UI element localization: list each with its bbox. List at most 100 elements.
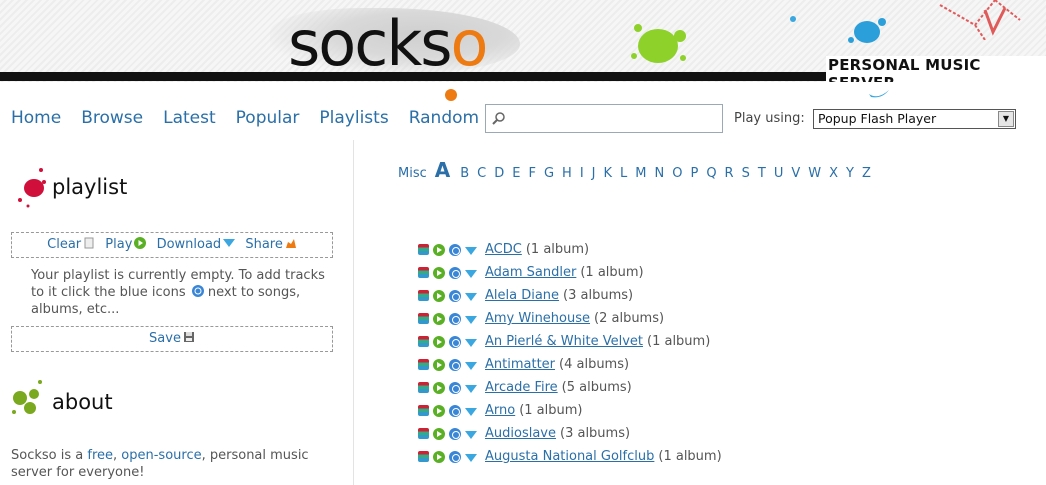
download-icon[interactable]	[465, 430, 477, 439]
download-icon[interactable]	[465, 384, 477, 393]
letter-link[interactable]: E	[512, 166, 520, 181]
download-icon[interactable]	[465, 407, 477, 416]
letter-link[interactable]: O	[672, 166, 682, 181]
artist-link[interactable]: ACDC	[485, 242, 522, 257]
letter-link[interactable]: B	[460, 166, 469, 181]
play-icon[interactable]	[433, 335, 445, 348]
playlist-empty-message: Your playlist is currently empty. To add…	[31, 267, 331, 318]
save-playlist-box: Save	[11, 326, 333, 352]
letter-link[interactable]: Z	[862, 166, 871, 181]
letter-link[interactable]: U	[774, 166, 784, 181]
nav-random[interactable]: Random	[409, 106, 479, 130]
letter-link[interactable]: X	[829, 166, 838, 181]
logo-text-part1: sock	[288, 7, 422, 80]
nav-popular[interactable]: Popular	[236, 106, 300, 130]
add-to-playlist-icon[interactable]	[449, 358, 461, 371]
letter-misc[interactable]: Misc	[398, 166, 427, 181]
clear-playlist-button[interactable]: Clear	[47, 237, 95, 252]
download-icon[interactable]	[465, 453, 477, 462]
play-icon[interactable]	[433, 358, 445, 371]
info-icon[interactable]	[418, 405, 429, 416]
add-to-playlist-icon[interactable]	[449, 335, 461, 348]
info-icon[interactable]	[418, 244, 429, 255]
artist-link[interactable]: Arcade Fire	[485, 380, 558, 395]
download-icon[interactable]	[465, 269, 477, 278]
play-playlist-button[interactable]: Play	[105, 237, 147, 252]
play-icon[interactable]	[433, 381, 445, 394]
download-playlist-button[interactable]: Download	[157, 237, 236, 252]
artist-link[interactable]: Augusta National Golfclub	[485, 449, 654, 464]
download-icon[interactable]	[465, 246, 477, 255]
letter-link[interactable]: N	[655, 166, 665, 181]
artist-row: Arno (1 album)	[418, 399, 722, 422]
letter-link[interactable]: W	[808, 166, 821, 181]
nav-browse[interactable]: Browse	[81, 106, 143, 130]
info-icon[interactable]	[418, 451, 429, 462]
letter-link[interactable]: P	[690, 166, 698, 181]
letter-link[interactable]: V	[791, 166, 800, 181]
play-icon[interactable]	[433, 266, 445, 279]
letter-link[interactable]: F	[528, 166, 535, 181]
letter-link[interactable]: I	[580, 166, 584, 181]
add-to-playlist-icon[interactable]	[449, 404, 461, 417]
info-icon[interactable]	[418, 313, 429, 324]
site-header: sockso PERSONAL MUSIC SERVER	[0, 0, 1046, 82]
add-to-playlist-icon[interactable]	[449, 289, 461, 302]
add-to-playlist-icon[interactable]	[449, 427, 461, 440]
site-logo[interactable]: sockso	[288, 7, 488, 80]
letter-link[interactable]: T	[758, 166, 766, 181]
add-to-playlist-icon[interactable]	[449, 243, 461, 256]
player-select[interactable]: Popup Flash Player ▼	[813, 109, 1016, 129]
add-to-playlist-icon[interactable]	[449, 312, 461, 325]
letter-link[interactable]: C	[477, 166, 486, 181]
play-icon[interactable]	[433, 427, 445, 440]
letter-link[interactable]: H	[562, 166, 572, 181]
nav-latest[interactable]: Latest	[163, 106, 216, 130]
play-icon[interactable]	[433, 404, 445, 417]
artist-link[interactable]: Audioslave	[485, 426, 556, 441]
artist-link[interactable]: Alela Diane	[485, 288, 559, 303]
free-link[interactable]: free	[87, 448, 113, 463]
artist-row: Alela Diane (3 albums)	[418, 284, 722, 307]
download-icon[interactable]	[465, 292, 477, 301]
save-playlist-button[interactable]: Save	[149, 331, 195, 346]
play-icon[interactable]	[433, 312, 445, 325]
letter-link[interactable]: R	[725, 166, 734, 181]
chevron-down-icon[interactable]: ▼	[998, 111, 1014, 127]
add-to-playlist-icon[interactable]	[449, 450, 461, 463]
artist-link[interactable]: Antimatter	[485, 357, 555, 372]
play-icon[interactable]	[433, 450, 445, 463]
info-icon[interactable]	[418, 336, 429, 347]
play-icon[interactable]	[433, 243, 445, 256]
letter-active[interactable]: A	[435, 158, 450, 182]
letter-link[interactable]: S	[742, 166, 750, 181]
download-icon[interactable]	[465, 361, 477, 370]
letter-link[interactable]: K	[604, 166, 613, 181]
download-icon[interactable]	[465, 315, 477, 324]
letter-link[interactable]: J	[592, 166, 596, 181]
play-icon[interactable]	[433, 289, 445, 302]
artist-link[interactable]: Adam Sandler	[485, 265, 576, 280]
info-icon[interactable]	[418, 382, 429, 393]
artist-link[interactable]: Arno	[485, 403, 515, 418]
letter-link[interactable]: M	[635, 166, 646, 181]
nav-home[interactable]: Home	[11, 106, 61, 130]
letter-link[interactable]: Q	[706, 166, 716, 181]
info-icon[interactable]	[418, 428, 429, 439]
artist-link[interactable]: An Pierlé & White Velvet	[485, 334, 643, 349]
artist-link[interactable]: Amy Winehouse	[485, 311, 590, 326]
add-to-playlist-icon[interactable]	[449, 381, 461, 394]
info-icon[interactable]	[418, 359, 429, 370]
letter-link[interactable]: Y	[846, 166, 854, 181]
download-icon[interactable]	[465, 338, 477, 347]
nav-playlists[interactable]: Playlists	[319, 106, 388, 130]
open-source-link[interactable]: open-source	[121, 448, 201, 463]
letter-link[interactable]: G	[544, 166, 554, 181]
add-to-playlist-icon[interactable]	[449, 266, 461, 279]
info-icon[interactable]	[418, 290, 429, 301]
letter-link[interactable]: D	[494, 166, 504, 181]
search-input[interactable]	[485, 104, 723, 133]
info-icon[interactable]	[418, 267, 429, 278]
share-playlist-button[interactable]: Share	[245, 237, 297, 252]
letter-link[interactable]: L	[620, 166, 627, 181]
